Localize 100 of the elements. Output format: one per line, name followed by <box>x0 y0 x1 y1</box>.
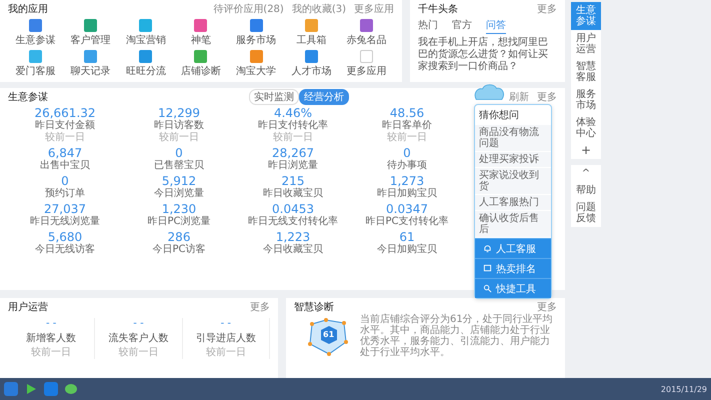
stat-value: - - <box>46 318 56 329</box>
score-value: 61 <box>323 330 334 339</box>
app-label[interactable]: 工具箱 <box>296 33 326 47</box>
app-icon[interactable] <box>194 50 208 63</box>
metric-label: 已售罄宝贝 <box>154 160 204 172</box>
metric-value: 0 <box>403 146 411 160</box>
metric-value: 0 <box>61 174 69 188</box>
compare-text: 较前一日 <box>118 347 158 359</box>
diagnosis-text: 当前店铺综合评分为61分，处于同行业平均水平。其中，商品能力、店铺能力处于行业优秀水平，服务能力、引流能力、用户能力处于行业平均水平。 <box>360 314 554 358</box>
metric-label: 昨日PC浏览量 <box>147 216 210 228</box>
stat-label: 流失客户人数 <box>108 332 168 345</box>
more-link[interactable]: 更多 <box>250 300 270 314</box>
app-taskbar-icon[interactable] <box>44 382 58 396</box>
start-icon[interactable] <box>4 382 18 396</box>
app-label[interactable]: 旺旺分流 <box>126 64 166 78</box>
app-label[interactable]: 服务市场 <box>236 33 276 47</box>
metric-value: 6,847 <box>48 146 82 160</box>
question-item[interactable]: 确认收货后售后 <box>475 211 551 237</box>
metric-value: 1,273 <box>390 174 424 188</box>
app-label[interactable]: 客户管理 <box>70 33 111 47</box>
chat-bubble-icon[interactable] <box>64 382 78 396</box>
news-tab[interactable]: 官方 <box>452 18 472 34</box>
header-link[interactable]: 更多 <box>537 90 557 104</box>
header-link[interactable]: 我的收藏(3) <box>292 2 346 16</box>
metric-label: 昨日收藏宝贝 <box>263 188 323 200</box>
metric-value: 4.46% <box>274 106 312 120</box>
app-icon[interactable] <box>84 50 98 63</box>
add-button[interactable]: + <box>571 142 601 159</box>
compare-text: 较前一日 <box>31 347 72 359</box>
search-icon <box>483 284 492 293</box>
app-label[interactable]: 淘宝大学 <box>236 64 276 78</box>
play-icon[interactable] <box>24 382 38 396</box>
header-link[interactable]: 待评价应用(28) <box>213 2 284 16</box>
app-label[interactable]: 生意参谋 <box>16 33 56 47</box>
metric-value: 1,223 <box>276 230 310 244</box>
metric-label: 昨日无线支付转化率 <box>248 216 338 228</box>
header-link[interactable]: 刷新 <box>509 90 529 104</box>
side-nav-item[interactable]: 智慧客服 <box>571 58 601 86</box>
app-icon[interactable] <box>84 19 98 32</box>
view-toggle[interactable]: 实时监测 <box>249 89 299 105</box>
app-label[interactable]: 聊天记录 <box>70 64 111 78</box>
metric-value: 12,299 <box>158 106 200 120</box>
metric-value: 26,661.32 <box>34 106 96 120</box>
clock-date: 2015/11/29 <box>660 384 707 394</box>
metric-label: 出售中宝贝 <box>40 160 90 172</box>
side-nav-item[interactable]: 服务市场 <box>571 86 601 114</box>
metric-label: 昨日PC支付转化率 <box>365 216 448 228</box>
metric-label: 昨日支付金额 <box>35 120 95 132</box>
metric-label: 昨日访客数 <box>154 120 204 132</box>
app-icon[interactable] <box>304 50 318 63</box>
side-tool-item[interactable]: 帮助 <box>571 182 601 199</box>
metric-label: 昨日无线浏览量 <box>30 216 100 228</box>
app-icon[interactable] <box>304 19 318 32</box>
compare-text: 较前一日 <box>206 347 246 359</box>
stat-label: 新增客人数 <box>26 332 76 345</box>
app-label[interactable]: 爱门客服 <box>16 64 56 78</box>
metric-label: 预约订单 <box>45 188 85 200</box>
metric-value: 28,267 <box>272 146 314 160</box>
assistant-title: 猜你想问 <box>478 108 520 123</box>
app-label[interactable]: 店铺诊断 <box>180 64 221 78</box>
app-icon[interactable] <box>29 50 42 63</box>
header-link[interactable]: 更多应用 <box>354 2 394 16</box>
metric-value: 286 <box>168 230 190 244</box>
app-icon[interactable] <box>29 19 42 32</box>
metric-value: 0.0347 <box>386 202 428 216</box>
news-tab[interactable]: 热门 <box>418 18 438 34</box>
metric-value: 215 <box>282 174 304 188</box>
side-nav-item[interactable]: 体验中心 <box>571 114 601 142</box>
app-label[interactable]: 淘宝营销 <box>126 33 166 47</box>
question-item[interactable]: 人工客服热门 <box>475 195 551 210</box>
app-icon[interactable] <box>194 19 208 32</box>
compare-text: 较前一日 <box>387 132 427 144</box>
question-item[interactable]: 处理买家投诉 <box>475 152 551 167</box>
stat-value: - - <box>220 318 232 329</box>
bell-icon <box>483 244 492 253</box>
question-item[interactable]: 买家说没收到货 <box>475 168 551 194</box>
app-label[interactable]: 赤兔名品 <box>346 33 386 47</box>
app-icon[interactable] <box>250 50 263 63</box>
app-label[interactable]: 神笔 <box>190 33 211 47</box>
card-title: 我的应用 <box>8 2 48 16</box>
side-tool-item[interactable]: ^ <box>571 165 601 182</box>
side-nav-item[interactable]: 用户运营 <box>571 30 601 58</box>
metric-label: 昨日浏览量 <box>268 160 318 172</box>
more-link[interactable]: 更多 <box>537 2 557 16</box>
app-icon[interactable] <box>139 19 152 32</box>
app-label[interactable]: 人才市场 <box>291 64 332 78</box>
metric-value: 48.56 <box>390 106 424 120</box>
more-link[interactable]: 更多 <box>537 300 557 314</box>
metric-value: 1,230 <box>162 202 196 216</box>
app-icon[interactable] <box>360 19 373 32</box>
question-item[interactable]: 商品没有物流问题 <box>475 125 551 151</box>
metric-value: 27,037 <box>44 202 86 216</box>
metric-label: 今日PC访客 <box>152 244 206 256</box>
card-title: 生意参谋 <box>8 90 48 104</box>
card-title: 用户运营 <box>8 300 48 314</box>
compare-text: 较前一日 <box>159 132 199 144</box>
side-tool-item[interactable]: 问题反馈 <box>571 199 601 227</box>
app-icon[interactable] <box>250 19 263 32</box>
app-label[interactable]: 更多应用 <box>346 64 386 78</box>
app-icon[interactable] <box>139 50 152 63</box>
